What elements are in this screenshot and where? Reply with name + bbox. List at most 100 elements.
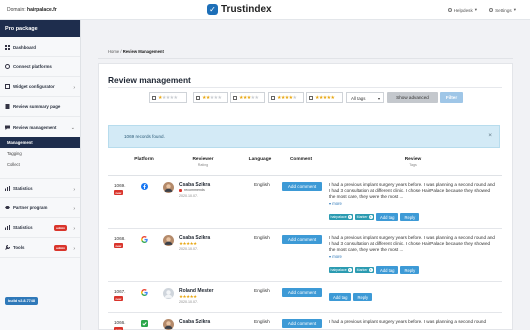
tag-chip: Marker ×: [355, 267, 375, 273]
review-id: 1069.: [114, 183, 126, 188]
review-language: English: [254, 289, 270, 294]
close-icon[interactable]: ×: [347, 268, 352, 272]
sidebar-item-label: Connect platforms: [13, 64, 52, 69]
sidebar-subitem-management[interactable]: Management: [0, 137, 80, 148]
star-filter-1[interactable]: ★★★★★: [149, 92, 187, 103]
sidebar: Pro package Dashboard Connect platforms …: [0, 20, 81, 330]
more-link[interactable]: ▾ more: [329, 201, 342, 206]
review-language: English: [254, 236, 270, 241]
sidebar-item-admin-statistics[interactable]: Statistics admin ›: [0, 218, 80, 238]
chevron-right-icon: ›: [73, 187, 75, 193]
add-comment-button[interactable]: Add comment: [282, 235, 322, 244]
tag-label: hairpalace: [330, 268, 347, 272]
star-rating-icon: ★★★★★: [315, 94, 335, 101]
sidebar-item-connect-platforms[interactable]: Connect platforms: [0, 57, 80, 77]
trustindex-logo[interactable]: ✓ Trustindex: [207, 3, 272, 16]
col-platform[interactable]: Platform: [129, 157, 159, 162]
col-comment[interactable]: Comment: [285, 157, 317, 162]
helpdesk-link[interactable]: Helpdesk ▾: [447, 7, 477, 13]
settings-link[interactable]: Settings ▾: [489, 7, 516, 13]
checkbox[interactable]: [309, 95, 313, 100]
checkbox[interactable]: [233, 95, 237, 100]
sidebar-item-label: Widget configurator: [13, 84, 55, 89]
sidebar-item-label: Review summary page: [13, 104, 61, 109]
domain-label: Domain:: [7, 7, 26, 13]
widget-icon: [5, 84, 10, 89]
table-row: 1066. new Csaba Szikra English Add comme…: [108, 314, 502, 330]
breadcrumb-home[interactable]: Home: [108, 49, 119, 54]
reviewer-rating: recommends: [179, 188, 205, 192]
add-tag-button[interactable]: Add tag: [376, 266, 399, 274]
review-date: 2020.10.07.: [179, 247, 198, 251]
sidebar-item-partner-program[interactable]: Partner program ›: [0, 198, 80, 218]
domain-value[interactable]: hairpalace.fr: [27, 7, 57, 13]
star-filter-5[interactable]: ★★★★★: [306, 92, 343, 103]
brand-name: Trustindex: [221, 4, 272, 15]
more-link[interactable]: ▾ more: [329, 254, 342, 259]
reply-button[interactable]: Reply: [353, 293, 373, 301]
gear-icon: [489, 8, 494, 12]
sidebar-item-widget-configurator[interactable]: Widget configurator ›: [0, 77, 80, 97]
checkbox[interactable]: [271, 95, 275, 100]
close-icon[interactable]: ×: [368, 215, 373, 219]
checkbox[interactable]: [152, 95, 156, 100]
star-filter-4[interactable]: ★★★★★: [268, 92, 304, 103]
col-reviewer-label: Reviewer: [192, 157, 214, 162]
col-reviewer[interactable]: Reviewer Rating: [178, 157, 228, 167]
tags-select[interactable]: All tags ▾: [346, 92, 384, 103]
star-filter-2[interactable]: ★★★★★: [193, 92, 228, 103]
sidebar-item-tools[interactable]: Tools admin ›: [0, 238, 80, 258]
close-icon[interactable]: ×: [368, 268, 373, 272]
col-review-label: Review: [404, 157, 422, 162]
sidebar-item-statistics[interactable]: Statistics ›: [0, 178, 80, 198]
star-filter-3[interactable]: ★★★★★: [230, 92, 265, 103]
tag-chip: hairpalace ×: [329, 214, 354, 220]
reply-button[interactable]: Reply: [400, 266, 420, 274]
add-comment-button[interactable]: Add comment: [282, 182, 322, 191]
col-language[interactable]: Language: [245, 157, 275, 162]
star-rating-icon: ★★★★★: [158, 94, 178, 101]
trustindex-check-icon: ✓: [207, 4, 218, 15]
build-version-badge: build v2.8.7748: [5, 297, 39, 305]
package-label: Pro package: [0, 20, 80, 37]
sidebar-item-label: Partner program: [13, 205, 48, 210]
avatar: [163, 182, 174, 193]
chevron-right-icon: ›: [73, 206, 75, 212]
col-review[interactable]: Review Tags: [393, 157, 433, 167]
sidebar-subitem-tagging[interactable]: Tagging: [0, 148, 80, 159]
chevron-down-icon: ▾: [513, 7, 516, 12]
table-row: 1069. new Csaba Szikra recommends 2020.1…: [108, 177, 502, 229]
add-comment-button[interactable]: Add comment: [282, 319, 322, 328]
page-title: Review management: [108, 75, 191, 85]
trustindex-icon: [141, 320, 148, 327]
sidebar-item-review-management[interactable]: Review management ⌄: [0, 117, 80, 137]
sidebar-item-label: Dashboard: [13, 44, 36, 50]
checkbox[interactable]: [196, 95, 200, 100]
sidebar-subitem-collect[interactable]: Collect: [0, 159, 80, 170]
domain-indicator: Domain: hairpalace.fr: [7, 7, 57, 13]
table-row: 1068. new Csaba Szikra ★★★★★ 2020.10.07.…: [108, 230, 502, 282]
add-tag-button[interactable]: Add tag: [329, 293, 352, 301]
sidebar-item-dashboard[interactable]: Dashboard: [0, 38, 80, 57]
close-icon[interactable]: ×: [488, 132, 492, 139]
add-tag-button[interactable]: Add tag: [376, 213, 399, 221]
reviewer-name[interactable]: Csaba Szikra: [179, 319, 210, 325]
rating-text: recommends: [184, 188, 205, 192]
divider: [108, 87, 502, 88]
add-comment-button[interactable]: Add comment: [282, 288, 322, 297]
alert-message: 1069 records found.: [124, 134, 165, 139]
helpdesk-label: Helpdesk: [453, 7, 473, 13]
filter-button[interactable]: Filter: [440, 92, 463, 103]
star-rating-icon: ★★★★★: [277, 94, 297, 101]
settings-label: Settings: [495, 7, 512, 13]
show-advanced-button[interactable]: Show advanced: [387, 92, 438, 103]
sidebar-item-review-summary-page[interactable]: Review summary page: [0, 97, 80, 117]
review-date: 2020.10.07.: [179, 300, 198, 304]
tag-row: hairpalace × Marker × Add tag Reply: [329, 213, 420, 221]
close-icon[interactable]: ×: [347, 215, 352, 219]
handshake-icon: [5, 205, 10, 210]
review-text: I had a previous implant surgery years b…: [329, 182, 495, 199]
sidebar-item-label: Statistics: [13, 225, 33, 230]
wrench-icon: [5, 245, 10, 250]
reply-button[interactable]: Reply: [400, 213, 420, 221]
